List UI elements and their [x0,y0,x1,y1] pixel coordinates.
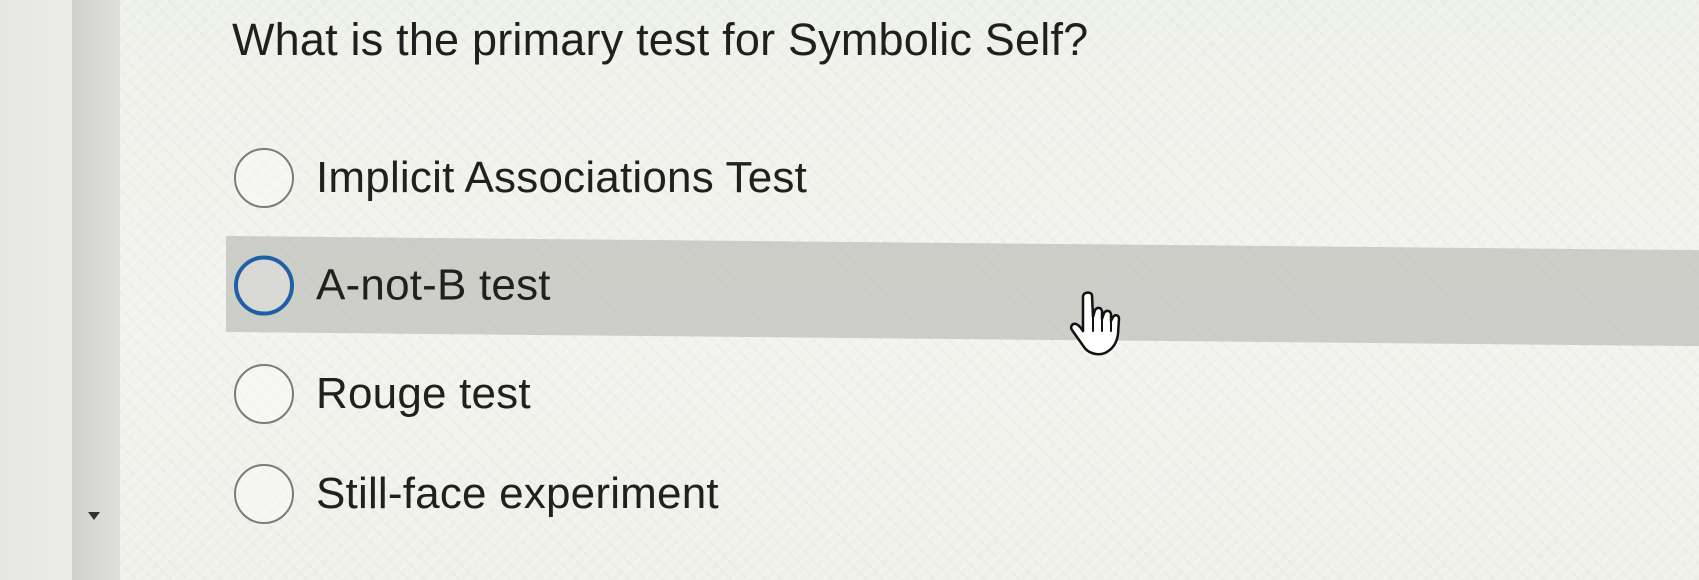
answer-option-rouge-test[interactable]: Rouge test [226,346,1699,442]
radio-button[interactable] [234,255,294,316]
answer-option-implicit-associations-test[interactable]: Implicit Associations Test [226,130,1699,226]
answer-option-a-not-b-test[interactable]: A-not-B test [226,236,1699,347]
option-label: Rouge test [316,369,531,418]
option-label: Still-face experiment [316,469,719,518]
answer-option-still-face-experiment[interactable]: Still-face experiment [226,446,1699,542]
radio-button[interactable] [234,464,294,524]
answer-options: Implicit Associations Test A-not-B test … [0,0,1699,580]
pointer-hand-icon [1069,291,1121,356]
option-label: Implicit Associations Test [316,153,808,202]
radio-button[interactable] [234,364,294,424]
radio-button[interactable] [234,148,294,208]
option-label: A-not-B test [316,260,551,310]
